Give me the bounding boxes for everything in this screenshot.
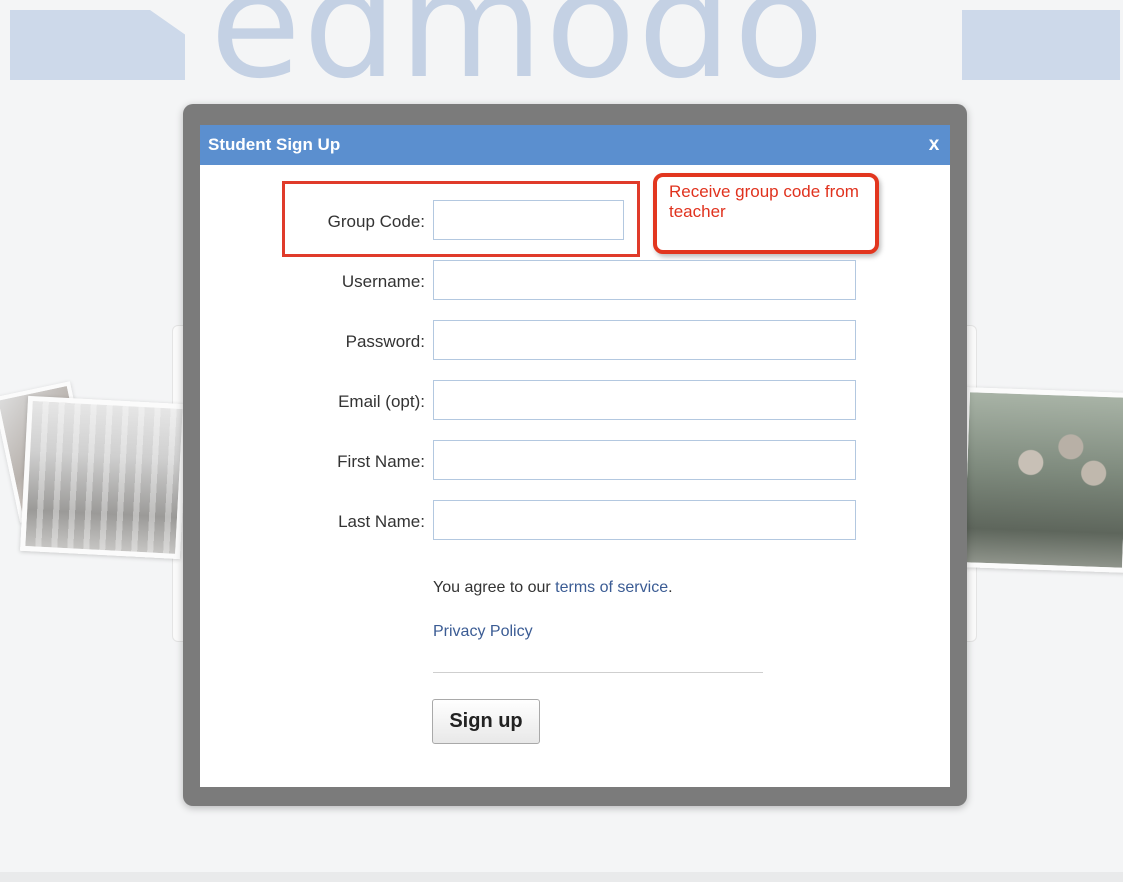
privacy-policy-link[interactable]: Privacy Policy	[433, 622, 533, 642]
site-logo: edmodo	[210, 0, 827, 110]
modal-header: Student Sign Up x	[200, 125, 950, 165]
group-code-input[interactable]	[433, 200, 624, 240]
first-name-label: First Name:	[337, 452, 425, 471]
email-input[interactable]	[433, 380, 856, 420]
page-footer-strip	[0, 872, 1123, 882]
background-photo-left-group	[20, 395, 188, 560]
password-label: Password:	[345, 332, 425, 351]
banner-ribbon-right	[962, 10, 1120, 80]
terms-suffix: .	[668, 579, 673, 596]
username-label: Username:	[341, 272, 425, 291]
last-name-input[interactable]	[433, 500, 856, 540]
last-name-label: Last Name:	[338, 512, 425, 531]
background-photo-right-group	[958, 387, 1123, 573]
close-button[interactable]: x	[924, 125, 944, 165]
form-divider	[433, 672, 763, 673]
sign-up-button[interactable]: Sign up	[432, 699, 540, 744]
modal-title: Student Sign Up	[208, 135, 341, 154]
terms-agreement: You agree to our terms of service.	[433, 578, 673, 598]
group-code-label: Group Code:	[327, 212, 425, 231]
terms-prefix: You agree to our	[433, 579, 556, 596]
terms-of-service-link[interactable]: terms of service	[555, 579, 668, 596]
banner-ribbon-left	[10, 10, 185, 80]
callout-text: Receive group code from teacher	[669, 182, 859, 221]
email-label: Email (opt):	[338, 392, 425, 411]
username-input[interactable]	[433, 260, 856, 300]
group-code-callout: Receive group code from teacher	[653, 173, 879, 254]
password-input[interactable]	[433, 320, 856, 360]
first-name-input[interactable]	[433, 440, 856, 480]
